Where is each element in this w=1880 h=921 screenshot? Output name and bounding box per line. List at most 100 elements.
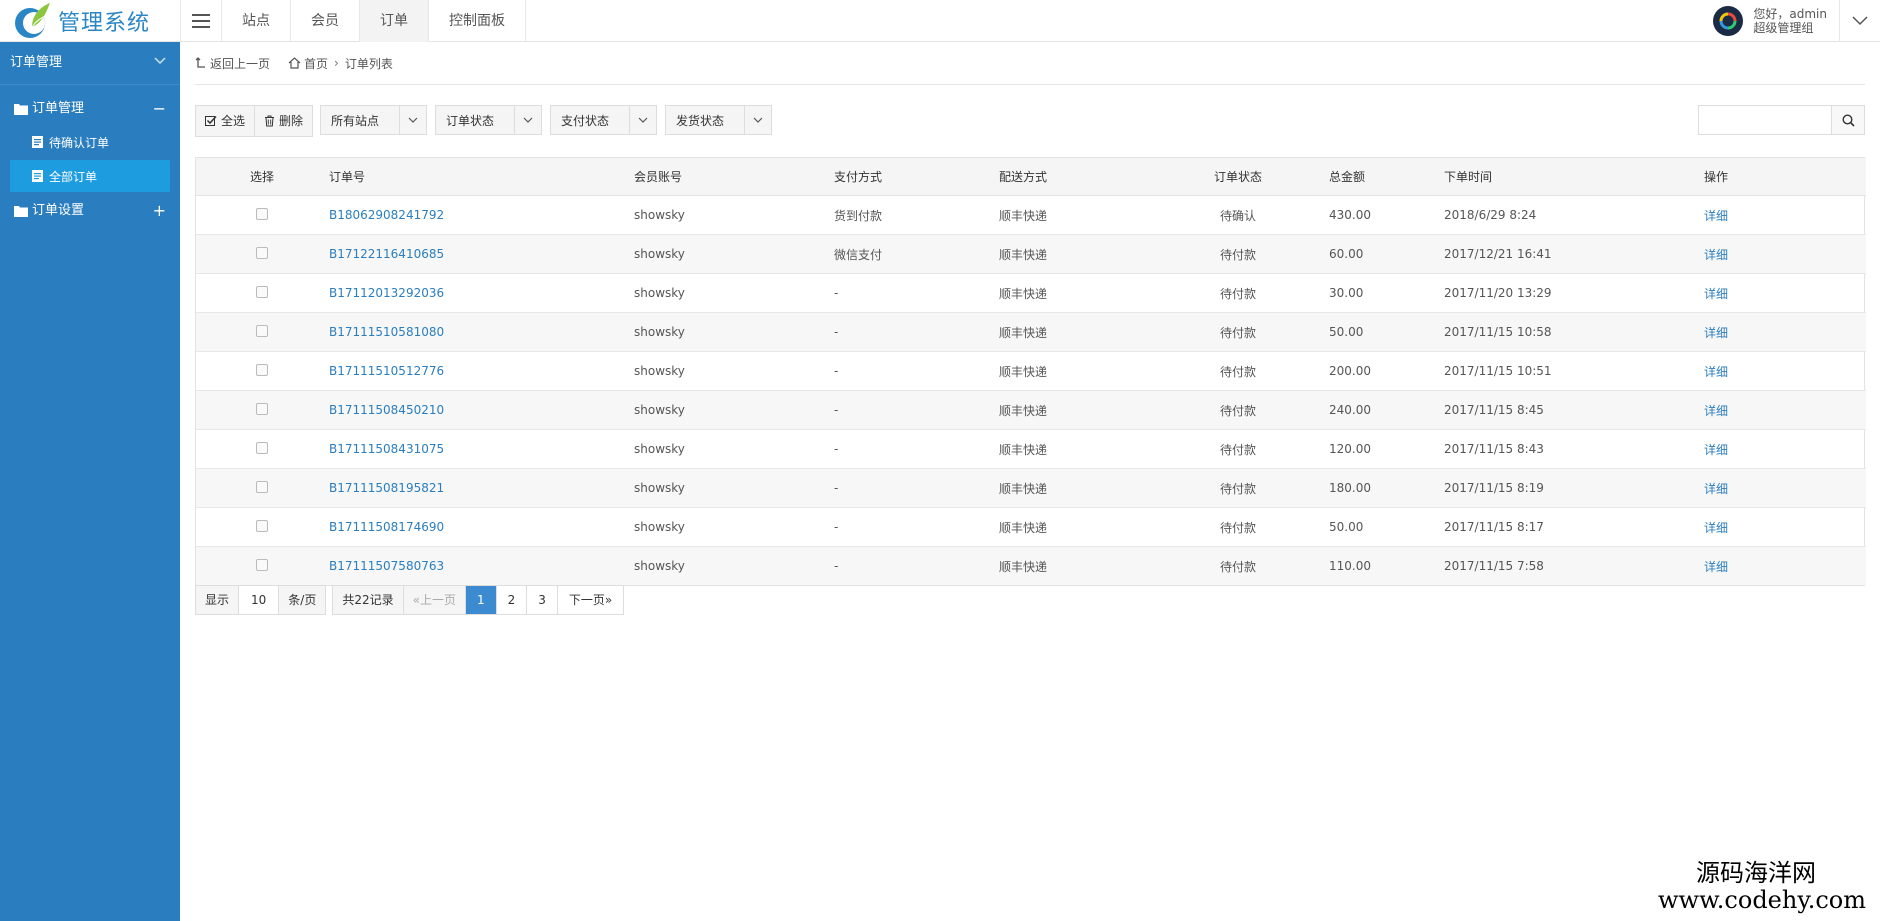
cell-payment: - xyxy=(833,351,998,391)
page-1-button[interactable]: 1 xyxy=(464,586,496,614)
menu-toggle-button[interactable] xyxy=(180,0,222,42)
user-role: 超级管理组 xyxy=(1753,21,1814,35)
row-checkbox[interactable] xyxy=(256,402,268,415)
row-checkbox[interactable] xyxy=(256,285,268,298)
order-no-link[interactable]: B17111508195821 xyxy=(329,481,444,495)
detail-link[interactable]: 详细 xyxy=(1704,521,1728,535)
row-checkbox[interactable] xyxy=(256,480,268,493)
detail-link[interactable]: 详细 xyxy=(1704,326,1728,340)
orders-table: 选择 订单号 会员账号 支付方式 配送方式 订单状态 总金额 下单时间 操作 B… xyxy=(195,157,1866,586)
filter-order-status-select[interactable]: 订单状态 xyxy=(435,105,543,135)
detail-link[interactable]: 详细 xyxy=(1704,209,1728,223)
order-no-link[interactable]: B18062908241792 xyxy=(329,208,444,222)
trash-icon xyxy=(265,115,275,127)
topnav-orders[interactable]: 订单 xyxy=(360,0,429,42)
topnav-sites[interactable]: 站点 xyxy=(222,0,291,42)
order-no-link[interactable]: B17111507580763 xyxy=(329,559,444,573)
row-checkbox[interactable] xyxy=(256,519,268,532)
detail-link[interactable]: 详细 xyxy=(1704,365,1728,379)
order-no-link[interactable]: B17111510512776 xyxy=(329,364,444,378)
watermark-url: www.codehy.com xyxy=(1658,886,1866,914)
search-icon xyxy=(1841,113,1855,127)
cell-member: showsky xyxy=(633,507,833,547)
detail-link[interactable]: 详细 xyxy=(1704,443,1728,457)
sidebar-item-all-orders[interactable]: 全部订单 xyxy=(10,160,170,192)
logo[interactable]: 管理系统 xyxy=(0,0,180,42)
cell-member: showsky xyxy=(633,351,833,391)
filter-payment-status-select[interactable]: 支付状态 xyxy=(550,105,658,135)
collapse-icon[interactable]: − xyxy=(153,92,166,126)
home-link-label: 首页 xyxy=(304,56,329,71)
row-checkbox[interactable] xyxy=(256,363,268,376)
page-size-input[interactable]: 10 xyxy=(238,586,279,614)
search-input[interactable] xyxy=(1699,106,1831,134)
chevron-down-icon xyxy=(514,106,541,134)
avatar[interactable] xyxy=(1713,6,1744,36)
cell-time: 2017/11/15 8:19 xyxy=(1443,468,1703,508)
cell-amount: 50.00 xyxy=(1328,312,1443,352)
sidebar-group-order-management[interactable]: 订单管理 − xyxy=(0,92,180,126)
filter-site-select[interactable]: 所有站点 xyxy=(320,105,428,135)
cell-member: showsky xyxy=(633,195,833,235)
topnav-control-panel[interactable]: 控制面板 xyxy=(429,0,526,42)
row-checkbox[interactable] xyxy=(256,441,268,454)
next-page-button[interactable]: 下一页» xyxy=(556,586,624,614)
page-2-button[interactable]: 2 xyxy=(495,586,527,614)
detail-link[interactable]: 详细 xyxy=(1704,404,1728,418)
back-link[interactable]: 返回上一页 xyxy=(195,55,270,72)
col-payment: 支付方式 xyxy=(833,158,998,196)
sidebar-item-pending-orders[interactable]: 待确认订单 xyxy=(10,126,170,158)
breadcrumb-current: 订单列表 xyxy=(344,56,393,71)
home-link[interactable]: 首页 xyxy=(288,55,328,72)
detail-link[interactable]: 详细 xyxy=(1704,482,1728,496)
expand-icon[interactable]: + xyxy=(153,194,166,228)
order-no-link[interactable]: B17111508450210 xyxy=(329,403,444,417)
order-no-link[interactable]: B17112013292036 xyxy=(329,286,444,300)
toolbar: 全选 删除 所有站点 订单状态 支付状态 发货状态 xyxy=(195,105,780,137)
table-row: B17111510581080 showsky - 顺丰快递 待付款 50.00… xyxy=(196,312,1866,352)
cell-status: 待付款 xyxy=(1148,546,1328,585)
cell-delivery: 顺丰快递 xyxy=(998,234,1148,274)
order-no-link[interactable]: B17111508174690 xyxy=(329,520,444,534)
sidebar-group-order-settings[interactable]: 订单设置 + xyxy=(0,194,180,228)
row-checkbox[interactable] xyxy=(256,207,268,220)
cell-status: 待确认 xyxy=(1148,195,1328,235)
search-button[interactable] xyxy=(1831,106,1864,134)
cell-member: showsky xyxy=(633,468,833,508)
cell-payment: - xyxy=(833,312,998,352)
folder-icon xyxy=(14,206,28,217)
table-row: B17111507580763 showsky - 顺丰快递 待付款 110.0… xyxy=(196,546,1866,585)
order-no-link[interactable]: B17122116410685 xyxy=(329,247,444,261)
select-all-button[interactable]: 全选 xyxy=(196,106,254,136)
detail-link[interactable]: 详细 xyxy=(1704,248,1728,262)
row-checkbox[interactable] xyxy=(256,558,268,571)
cell-time: 2017/11/15 8:17 xyxy=(1443,507,1703,547)
table-row: B17111508174690 showsky - 顺丰快递 待付款 50.00… xyxy=(196,507,1866,547)
row-checkbox[interactable] xyxy=(256,324,268,337)
filter-shipping-status-select[interactable]: 发货状态 xyxy=(665,105,773,135)
page-3-button[interactable]: 3 xyxy=(526,586,557,614)
select-all-label: 全选 xyxy=(221,114,246,128)
action-button-group: 全选 删除 xyxy=(195,105,314,137)
top-bar: 管理系统 站点 会员 订单 控制面板 您好，admin 超级管理组 xyxy=(0,0,1880,42)
sidebar-header[interactable]: 订单管理 xyxy=(0,42,180,85)
total-records: 共22记录 xyxy=(333,586,403,614)
user-dropdown-button[interactable] xyxy=(1839,0,1880,42)
detail-link[interactable]: 详细 xyxy=(1704,560,1728,574)
user-info: 您好，admin 超级管理组 xyxy=(1753,7,1827,35)
pagination: 显示 10 条/页 共22记录 «上一页 1 2 3 下一页» xyxy=(195,585,630,615)
row-checkbox[interactable] xyxy=(256,246,268,259)
cell-time: 2017/11/15 7:58 xyxy=(1443,546,1703,585)
cell-amount: 240.00 xyxy=(1328,390,1443,430)
cell-member: showsky xyxy=(633,390,833,430)
topnav-members[interactable]: 会员 xyxy=(291,0,360,42)
delete-button[interactable]: 删除 xyxy=(254,106,312,136)
page-size-label: 显示 xyxy=(196,586,239,614)
document-icon xyxy=(32,170,43,182)
order-no-link[interactable]: B17111508431075 xyxy=(329,442,444,456)
detail-link[interactable]: 详细 xyxy=(1704,287,1728,301)
order-no-link[interactable]: B17111510581080 xyxy=(329,325,444,339)
prev-page-button[interactable]: «上一页 xyxy=(402,586,465,614)
table-row: B17112013292036 showsky - 顺丰快递 待付款 30.00… xyxy=(196,273,1866,313)
filter-label: 发货状态 xyxy=(676,114,725,128)
